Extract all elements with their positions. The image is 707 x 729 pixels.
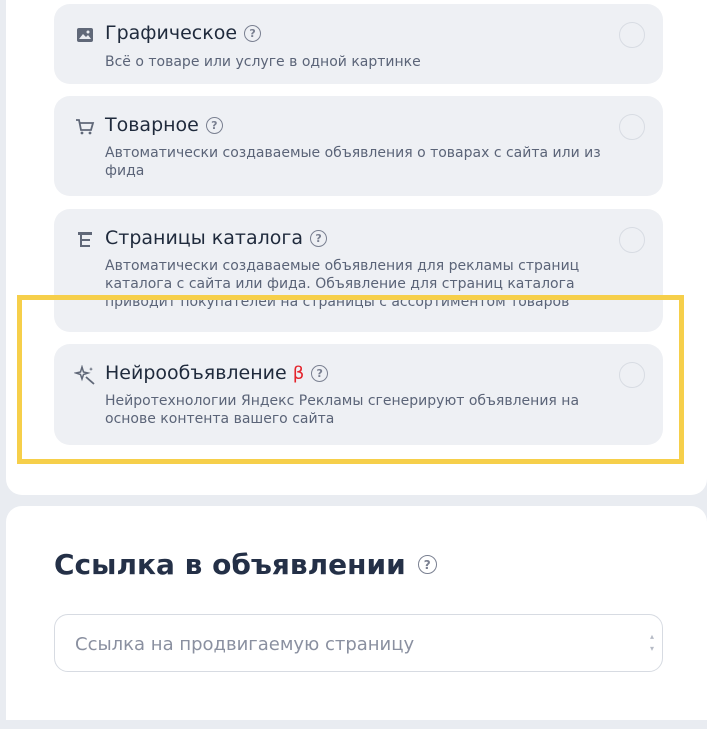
magic-sparkle-icon <box>74 364 96 386</box>
help-icon[interactable]: ? <box>311 364 329 382</box>
option-description: Автоматически создаваемые объявления о т… <box>105 145 601 179</box>
link-panel <box>6 506 707 720</box>
beta-badge: β <box>292 362 305 384</box>
help-icon[interactable]: ? <box>244 24 262 42</box>
help-icon[interactable]: ? <box>417 555 437 574</box>
radio-button[interactable] <box>619 227 645 253</box>
help-icon[interactable]: ? <box>310 229 328 247</box>
option-title: Нейрообъявление <box>105 362 287 384</box>
section-title: Ссылка в объявлении <box>54 548 406 581</box>
help-icon[interactable]: ? <box>205 116 223 134</box>
radio-button[interactable] <box>619 22 645 48</box>
ad-type-option-product[interactable]: Товарное ? Автоматически создаваемые объ… <box>54 96 663 196</box>
option-description: Всё о товаре или услуге в одной картинке <box>105 54 421 70</box>
ad-type-option-neuro[interactable]: Нейрообъявление β ? Нейротехнологии Янде… <box>54 344 663 445</box>
option-description: Нейротехнологии Яндекс Рекламы сгенериру… <box>105 393 580 427</box>
link-input-wrapper: ▴▾ <box>54 614 663 673</box>
option-title: Товарное <box>105 114 199 136</box>
cart-icon <box>74 116 96 138</box>
image-icon <box>74 24 96 46</box>
radio-button[interactable] <box>619 362 645 388</box>
option-description: Автоматически создаваемые объявления для… <box>105 258 580 310</box>
link-input[interactable] <box>73 615 637 673</box>
ad-type-option-catalog[interactable]: Страницы каталога ? Автоматически создав… <box>54 209 663 332</box>
catalog-tree-icon <box>74 229 96 251</box>
option-title: Страницы каталога <box>105 227 304 249</box>
radio-button[interactable] <box>619 114 645 140</box>
option-title: Графическое <box>105 22 238 44</box>
resize-stepper-icon: ▴ ▾ <box>649 632 654 653</box>
ad-type-option-graphic[interactable]: Графическое ? Всё о товаре или услуге в … <box>54 4 663 84</box>
